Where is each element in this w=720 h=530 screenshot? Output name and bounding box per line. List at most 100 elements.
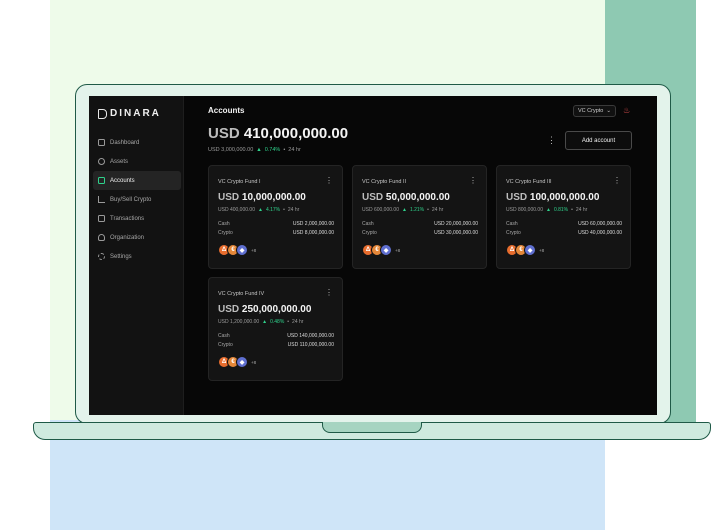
more-assets-count: +8 (251, 247, 257, 253)
coins-icon (98, 158, 105, 165)
laptop-notch (322, 422, 422, 433)
chevron-down-icon: ⌄ (606, 108, 611, 114)
total-change-pct: 0.74% (264, 147, 281, 153)
sidebar-item-buy-sell-crypto[interactable]: Buy/Sell Crypto (93, 190, 181, 209)
account-change-amount: USD 400,000.00 (218, 207, 255, 213)
grid-icon (98, 139, 105, 146)
arrow-up-icon: ▲ (256, 147, 262, 153)
crypto-row: Crypto USD 30,000,000.00 (362, 230, 478, 236)
sidebar-item-label: Dashboard (110, 139, 140, 146)
illustration-stage: DINARA Dashboard Assets Accounts Buy/Sel… (0, 0, 720, 530)
sidebar-item-settings[interactable]: Settings (93, 247, 181, 266)
logo[interactable]: DINARA (98, 108, 161, 119)
sidebar-item-label: Settings (110, 253, 132, 260)
account-balance: USD 100,000,000.00 (506, 192, 599, 203)
crypto-value: USD 8,000,000.00 (292, 230, 334, 236)
account-change-pct: 4.17% (265, 207, 281, 213)
sidebar-item-organization[interactable]: Organization (93, 228, 181, 247)
gear-icon (98, 253, 105, 260)
account-change-period: 24 hr (575, 207, 588, 213)
arrow-up-icon: ▲ (545, 207, 551, 213)
card-menu-icon[interactable]: ⋮ (469, 176, 477, 185)
dot-separator: • (283, 207, 285, 213)
sidebar-item-transactions[interactable]: Transactions (93, 209, 181, 228)
wallet-icon (98, 177, 105, 184)
account-amount: 50,000,000.00 (385, 192, 450, 203)
asset-coins: Δ € ◆ +8 (218, 244, 256, 256)
cash-label: Cash (218, 221, 230, 227)
ethereum-coin-icon: ◆ (236, 356, 248, 368)
account-change-period: 24 hr (431, 207, 444, 213)
account-amount: 250,000,000.00 (241, 304, 312, 315)
sidebar-item-label: Buy/Sell Crypto (110, 196, 152, 203)
account-change-pct: 0.48% (270, 319, 285, 325)
dot-separator: • (283, 147, 286, 153)
account-balance: USD 10,000,000.00 (218, 192, 306, 203)
arrow-up-icon: ▲ (262, 319, 268, 325)
sidebar-item-label: Organization (110, 234, 145, 241)
more-options-icon[interactable]: ⋮ (547, 135, 556, 146)
arrow-up-icon: ▲ (257, 207, 263, 213)
arrow-up-icon: ▲ (401, 207, 407, 213)
logo-icon (98, 108, 107, 119)
ethereum-coin-icon: ◆ (236, 244, 248, 256)
crypto-label: Crypto (218, 342, 233, 348)
sidebar-item-assets[interactable]: Assets (93, 152, 181, 171)
account-change: USD 400,000.00 ▲ 4.17% • 24 hr (218, 207, 299, 213)
sidebar-nav: Dashboard Assets Accounts Buy/Sell Crypt… (93, 133, 181, 266)
cash-value: USD 140,000,000.00 (287, 333, 334, 339)
card-menu-icon[interactable]: ⋮ (325, 288, 333, 297)
bell-icon[interactable]: ♨ (623, 106, 630, 115)
account-change-period: 24 hr (292, 319, 304, 325)
account-change: USD 1,200,000.00 ▲ 0.48% • 24 hr (218, 319, 303, 325)
account-change: USD 800,000.00 ▲ 0.81% • 24 hr (506, 207, 587, 213)
user-icon (98, 234, 105, 241)
account-currency: USD (218, 304, 240, 315)
cash-row: Cash USD 2,000,000.00 (218, 221, 334, 227)
cash-value: USD 2,000,000.00 (292, 221, 334, 227)
cash-value: USD 20,000,000.00 (434, 221, 478, 227)
sidebar: DINARA Dashboard Assets Accounts Buy/Sel… (89, 96, 184, 415)
sidebar-item-accounts[interactable]: Accounts (93, 171, 181, 190)
account-name: VC Crypto Fund I (218, 179, 261, 185)
ethereum-coin-icon: ◆ (524, 244, 536, 256)
asset-coins: Δ € ◆ +8 (218, 356, 256, 368)
crypto-value: USD 30,000,000.00 (434, 230, 478, 236)
account-currency: USD (506, 192, 528, 203)
sidebar-item-label: Accounts (110, 177, 135, 184)
account-card[interactable]: VC Crypto Fund I ⋮ USD 10,000,000.00 USD… (208, 165, 343, 269)
asset-coins: Δ € ◆ +8 (506, 244, 544, 256)
account-amount: 10,000,000.00 (241, 192, 306, 203)
crypto-row: Crypto USD 40,000,000.00 (506, 230, 622, 236)
account-card[interactable]: VC Crypto Fund III ⋮ USD 100,000,000.00 … (496, 165, 631, 269)
sidebar-item-label: Transactions (110, 215, 145, 222)
account-amount: 100,000,000.00 (529, 192, 600, 203)
crypto-label: Crypto (506, 230, 521, 236)
account-currency: USD (362, 192, 384, 203)
sidebar-item-dashboard[interactable]: Dashboard (93, 133, 181, 152)
account-card[interactable]: VC Crypto Fund IV ⋮ USD 250,000,000.00 U… (208, 277, 343, 381)
add-account-button[interactable]: Add account (565, 131, 632, 150)
total-balance: USD 410,000,000.00 (208, 125, 348, 142)
account-filter-value: VC Crypto (578, 108, 604, 114)
cash-label: Cash (362, 221, 374, 227)
account-name: VC Crypto Fund II (362, 179, 407, 185)
cash-label: Cash (218, 333, 230, 339)
account-card[interactable]: VC Crypto Fund II ⋮ USD 50,000,000.00 US… (352, 165, 487, 269)
cash-value: USD 60,000,000.00 (578, 221, 622, 227)
card-menu-icon[interactable]: ⋮ (613, 176, 621, 185)
account-change-amount: USD 1,200,000.00 (218, 319, 260, 325)
crypto-value: USD 40,000,000.00 (578, 230, 622, 236)
main-content: Accounts VC Crypto ⌄ ♨ USD 410,000,000.0… (184, 96, 657, 415)
asset-coins: Δ € ◆ +8 (362, 244, 400, 256)
crypto-value: USD 110,000,000.00 (287, 342, 334, 348)
cash-row: Cash USD 140,000,000.00 (218, 333, 334, 339)
dot-separator: • (571, 207, 573, 213)
chart-icon (98, 196, 105, 203)
more-assets-count: +8 (395, 247, 401, 253)
account-name: VC Crypto Fund III (506, 179, 552, 185)
account-filter-select[interactable]: VC Crypto ⌄ (573, 105, 616, 117)
card-menu-icon[interactable]: ⋮ (325, 176, 333, 185)
total-amount: 410,000,000.00 (243, 125, 349, 142)
total-change-period: 24 hr (288, 147, 301, 153)
